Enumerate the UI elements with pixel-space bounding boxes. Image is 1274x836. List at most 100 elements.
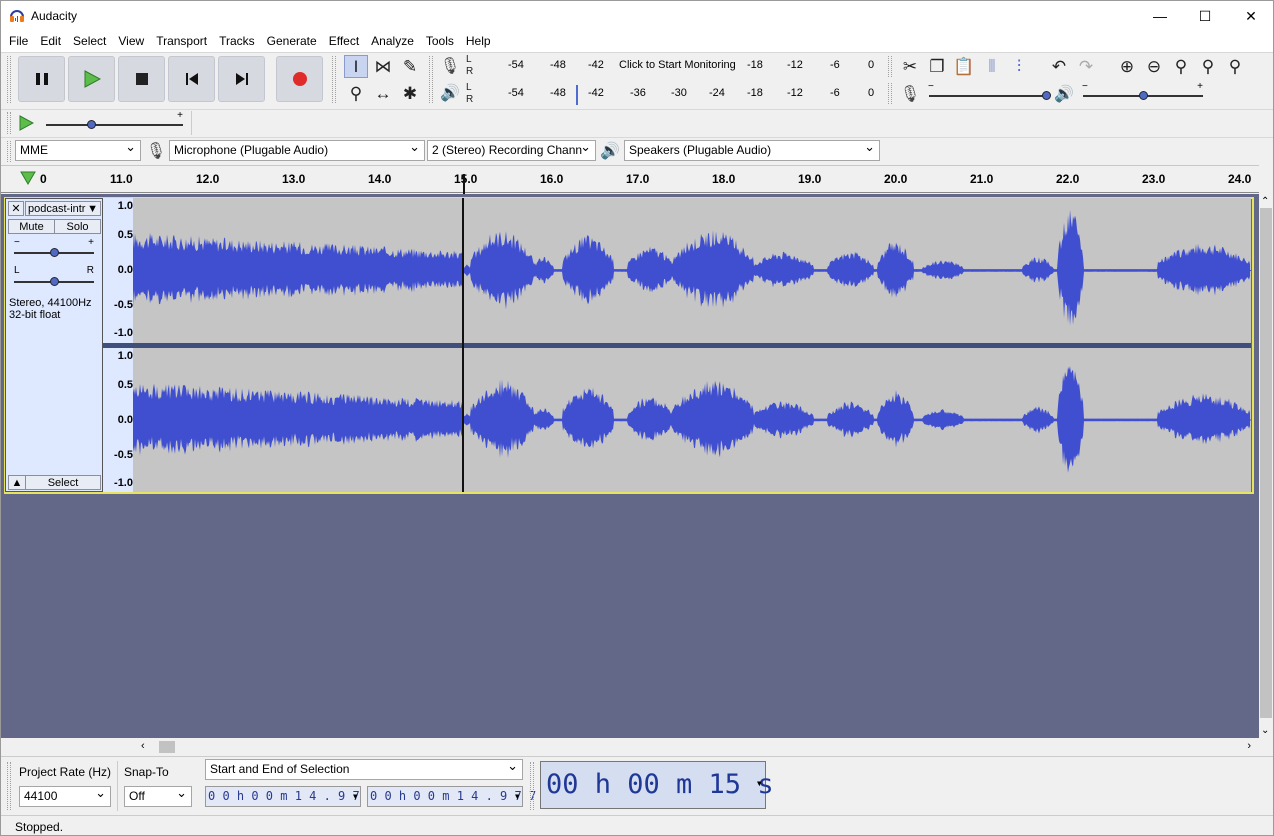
ruler-tick: 21.0 [970, 172, 994, 186]
slider-handle[interactable] [1139, 91, 1148, 100]
slider-handle[interactable] [50, 248, 59, 257]
play-meter-level [576, 85, 578, 105]
dropdown-arrow-icon: ▾ [351, 789, 359, 803]
horizontal-scrollbar[interactable]: ‹ › [133, 739, 1259, 755]
ruler-tick: 16.0 [540, 172, 564, 186]
mute-button[interactable]: Mute [8, 219, 55, 234]
snap-to-select[interactable]: Off [124, 786, 192, 807]
envelope-tool-button[interactable]: ⋈ [371, 55, 395, 78]
selection-start-time[interactable]: 0 0 h 0 0 m 1 4 . 9 7 7 s ▾ [205, 786, 389, 807]
menu-file[interactable]: File [3, 31, 34, 52]
menu-transport[interactable]: Transport [150, 31, 213, 52]
menu-select[interactable]: Select [67, 31, 112, 52]
undo-button[interactable]: ↶ [1047, 55, 1071, 78]
vertical-scroll-thumb[interactable] [1260, 208, 1272, 718]
timeshift-tool-button[interactable]: ↔ [371, 82, 395, 105]
time-grip[interactable] [530, 762, 534, 810]
pause-button[interactable] [18, 56, 65, 102]
speed-grip[interactable] [7, 112, 11, 134]
close-icon: ✕ [1245, 7, 1257, 24]
menu-edit[interactable]: Edit [34, 31, 67, 52]
menu-tracks[interactable]: Tracks [213, 31, 261, 52]
playback-speed-slider[interactable]: + [46, 110, 183, 129]
record-meter-button[interactable]: 🎙 [438, 54, 462, 78]
scale-label: 0.5 [117, 229, 133, 241]
stop-button[interactable] [118, 56, 165, 102]
track-gain-slider[interactable]: − + [14, 237, 94, 257]
solo-button[interactable]: Solo [54, 219, 101, 234]
start-monitoring-prompt[interactable]: Click to Start Monitoring [619, 59, 736, 71]
menu-tools[interactable]: Tools [420, 31, 460, 52]
zoom-toggle-button[interactable]: ⚲ [1223, 55, 1247, 78]
fit-selection-button[interactable]: ⚲ [1169, 55, 1193, 78]
slider-handle[interactable] [50, 277, 59, 286]
close-button[interactable]: ✕ [1228, 1, 1273, 31]
scroll-up-icon[interactable]: ⌃ [1261, 196, 1269, 207]
zoom-out-button[interactable]: ⊖ [1142, 55, 1166, 78]
play-meter-button[interactable]: 🔊 [438, 81, 462, 105]
zoom-in-button[interactable]: ⊕ [1115, 55, 1139, 78]
waveform-left-channel[interactable] [133, 198, 1251, 343]
track-pan-slider[interactable]: L R [14, 265, 94, 286]
audio-host-select[interactable]: MME [15, 140, 141, 161]
record-volume-slider[interactable]: − [928, 81, 1051, 100]
track-select-button[interactable]: Select [25, 475, 101, 490]
paste-button[interactable]: 📋 [952, 55, 976, 78]
play-at-speed-button[interactable] [14, 111, 38, 134]
trim-button[interactable]: ⫴ [980, 55, 1004, 78]
minimize-button[interactable]: — [1137, 1, 1183, 31]
meter-tick: -6 [830, 87, 840, 99]
mixer-grip[interactable] [888, 83, 892, 104]
project-rate-select[interactable]: 44100 [19, 786, 111, 807]
recording-device-select[interactable]: Microphone (Plugable Audio) [169, 140, 425, 161]
silence-button[interactable]: ⫶ [1007, 55, 1031, 78]
multi-tool-button[interactable]: ✱ [398, 82, 422, 105]
track-format-bits: 32-bit float [9, 309, 61, 321]
undo-icon: ↶ [1051, 56, 1067, 76]
scroll-down-icon[interactable]: ⌄ [1261, 725, 1269, 736]
slider-handle[interactable] [87, 120, 96, 129]
waveform-right-channel[interactable] [133, 348, 1251, 492]
meter-grip[interactable] [429, 56, 433, 103]
audio-position-value: 00 h 00 m 15 s [546, 769, 774, 800]
play-meter[interactable]: -54 -48 -42 -36 -30 -24 -18 -12 -6 0 [477, 85, 879, 105]
vertical-scrollbar[interactable]: ⌃ ⌄ [1259, 194, 1273, 738]
menu-effect[interactable]: Effect [323, 31, 365, 52]
edit-grip[interactable] [888, 56, 892, 77]
redo-button[interactable]: ↷ [1074, 55, 1098, 78]
play-button[interactable] [68, 56, 115, 102]
cut-button[interactable]: ✂ [898, 55, 922, 78]
horizontal-scroll-thumb[interactable] [159, 741, 175, 753]
timeline-ruler[interactable]: 0 11.0 12.0 13.0 14.0 15.0 16.0 17.0 18.… [1, 165, 1259, 194]
audio-position-time[interactable]: 00 h 00 m 15 s ▾ [540, 761, 774, 809]
skip-to-start-button[interactable] [168, 56, 215, 102]
menu-analyze[interactable]: Analyze [365, 31, 420, 52]
skip-to-end-button[interactable] [218, 56, 265, 102]
slider-handle[interactable] [1042, 91, 1051, 100]
menu-generate[interactable]: Generate [261, 31, 323, 52]
playback-device-select[interactable]: Speakers (Plugable Audio) [624, 140, 880, 161]
selection-grip[interactable] [7, 762, 11, 810]
track-close-button[interactable]: ✕ [8, 201, 24, 216]
menu-help[interactable]: Help [460, 31, 497, 52]
collapse-track-button[interactable]: ▲ [8, 475, 26, 490]
selection-end-time[interactable]: 0 0 h 0 0 m 1 4 . 9 7 7 s ▾ [367, 786, 551, 807]
maximize-button[interactable]: ☐ [1182, 1, 1228, 31]
selection-mode-select[interactable]: Start and End of Selection [205, 759, 523, 780]
menu-view[interactable]: View [112, 31, 150, 52]
draw-tool-button[interactable]: ✎ [398, 55, 422, 78]
recording-channels-select[interactable]: 2 (Stereo) Recording Chann [427, 140, 596, 161]
selection-tool-button[interactable]: I [344, 55, 368, 78]
scroll-right-icon[interactable]: › [1247, 740, 1251, 752]
scroll-left-icon[interactable]: ‹ [141, 740, 145, 752]
toolbar-grip[interactable] [7, 56, 11, 103]
record-meter[interactable]: -54 -48 -42 Click to Start Monitoring -1… [477, 57, 879, 77]
device-grip[interactable] [7, 141, 11, 162]
zoom-tool-button[interactable]: ⚲ [344, 82, 368, 105]
copy-button[interactable]: ❐ [925, 55, 949, 78]
tools-grip[interactable] [332, 56, 336, 103]
playback-volume-slider[interactable]: − + [1082, 81, 1203, 100]
fit-project-button[interactable]: ⚲ [1196, 55, 1220, 78]
track-name-menu[interactable]: podcast-intr ▼ [25, 201, 101, 216]
record-button[interactable] [276, 56, 323, 102]
